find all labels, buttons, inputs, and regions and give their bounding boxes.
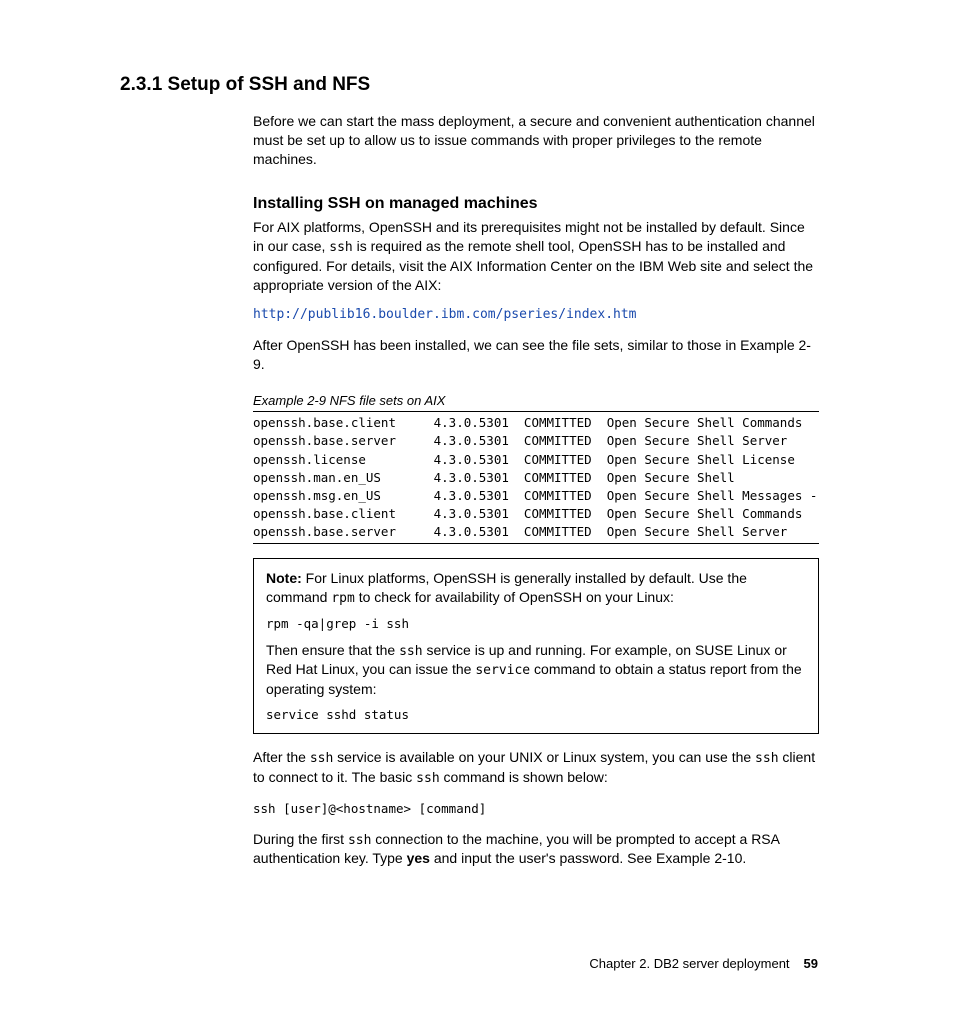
code-service-status: service sshd status [266,707,806,724]
text: and input the user's password. See Examp… [430,850,746,866]
paragraph-aix: For AIX platforms, OpenSSH and its prere… [253,218,819,294]
inline-code-ssh: ssh [329,240,352,255]
code-rpm-check: rpm -qa|grep -i ssh [266,616,806,633]
rule-top [253,411,819,412]
text: During the first [253,831,348,847]
footer-chapter: Chapter 2. DB2 server deployment [589,956,789,971]
section-heading: 2.3.1 Setup of SSH and NFS [120,72,370,98]
subheading-install-ssh: Installing SSH on managed machines [253,193,819,215]
paragraph-after-install: After OpenSSH has been installed, we can… [253,336,819,374]
rule-bottom [253,543,819,544]
code-ssh-usage: ssh [user]@<hostname> [command] [253,800,819,818]
page-footer: Chapter 2. DB2 server deployment 59 [589,955,818,973]
note-box: Note: For Linux platforms, OpenSSH is ge… [253,558,819,734]
note-paragraph-2: Then ensure that the ssh service is up a… [266,641,806,699]
page-number: 59 [804,956,818,971]
inline-code-ssh: ssh [416,771,439,786]
note-paragraph-1: Note: For Linux platforms, OpenSSH is ge… [266,569,806,607]
inline-code-ssh: ssh [348,833,371,848]
inline-code-ssh: ssh [310,751,333,766]
inline-code-rpm: rpm [331,591,354,606]
note-label: Note: [266,570,302,586]
example-caption: Example 2-9 NFS file sets on AIX [253,392,819,410]
text: After the [253,749,310,765]
text: Then ensure that the [266,642,399,658]
text: command is shown below: [440,769,608,785]
inline-code-service: service [475,663,530,678]
link-aix-infocenter[interactable]: http://publib16.boulder.ibm.com/pseries/… [253,306,819,324]
text: to check for availability of OpenSSH on … [355,589,674,605]
page: 2.3.1 Setup of SSH and NFS Before we can… [0,0,954,1011]
code-filesets: openssh.base.client 4.3.0.5301 COMMITTED… [253,414,819,541]
intro-paragraph: Before we can start the mass deployment,… [253,112,819,169]
inline-code-ssh: ssh [399,644,422,659]
text: service is available on your UNIX or Lin… [333,749,755,765]
inline-code-ssh: ssh [755,751,778,766]
paragraph-rsa: During the first ssh connection to the m… [253,830,819,868]
paragraph-after-note: After the ssh service is available on yo… [253,748,819,787]
bold-yes: yes [407,850,430,866]
